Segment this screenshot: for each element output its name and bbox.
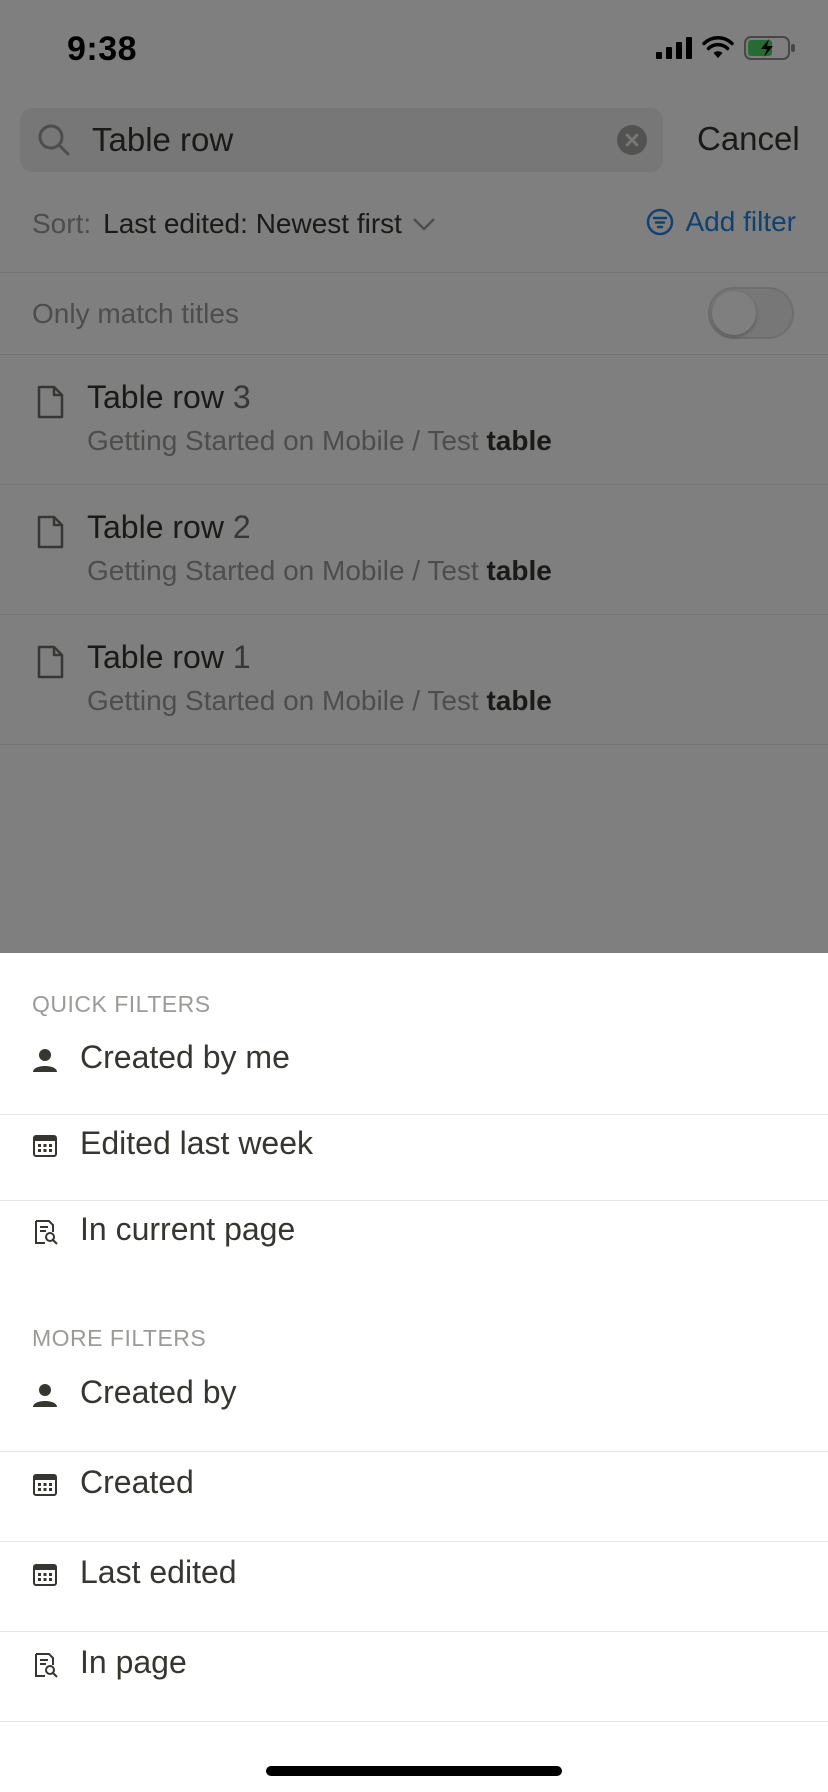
divider <box>0 1721 828 1722</box>
filter-label: Created <box>80 1464 194 1500</box>
quick-filters-header: QUICK FILTERS <box>32 991 211 1017</box>
filter-created-by-me[interactable]: Created by me <box>0 1017 828 1103</box>
filter-label: In page <box>80 1644 187 1680</box>
more-filters-header: MORE FILTERS <box>32 1325 207 1351</box>
calendar-icon <box>33 1564 57 1586</box>
filter-last-edited[interactable]: Last edited <box>0 1532 828 1618</box>
home-indicator[interactable] <box>266 1766 562 1776</box>
person-icon <box>33 1384 57 1407</box>
filter-in-current-page[interactable]: In current page <box>0 1189 828 1275</box>
filter-created-by[interactable]: Created by <box>0 1352 828 1438</box>
filter-created[interactable]: Created <box>0 1442 828 1528</box>
filter-label: Created by me <box>80 1039 290 1075</box>
person-icon <box>33 1049 57 1072</box>
modal-backdrop[interactable] <box>0 0 828 953</box>
filter-label: Edited last week <box>80 1125 314 1161</box>
filter-in-page[interactable]: In page <box>0 1622 828 1708</box>
calendar-icon <box>33 1135 57 1157</box>
filter-edited-last-week[interactable]: Edited last week <box>0 1103 828 1189</box>
filter-label: Last edited <box>80 1554 237 1590</box>
page-search-icon <box>35 1653 58 1678</box>
filter-bottom-sheet: QUICK FILTERS Created by me Edited last … <box>0 953 828 1792</box>
calendar-icon <box>33 1474 57 1496</box>
filter-label: In current page <box>80 1211 296 1247</box>
filter-label: Created by <box>80 1374 237 1410</box>
page-search-icon <box>35 1220 58 1245</box>
